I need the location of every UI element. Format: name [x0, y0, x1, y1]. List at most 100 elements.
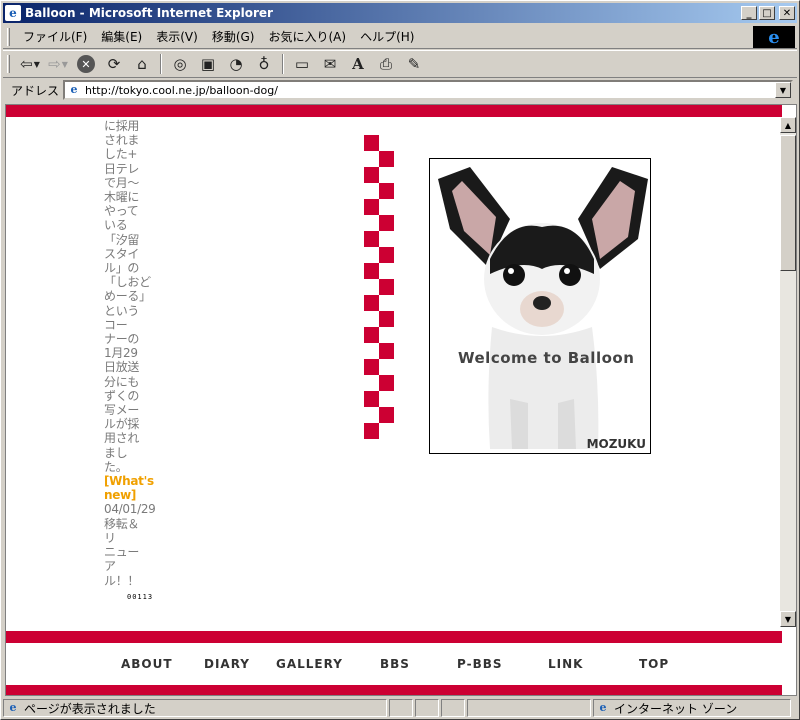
toolbar-grip [7, 55, 10, 73]
browser-window: e Balloon - Microsoft Internet Explorer … [0, 0, 800, 720]
checker-cell [364, 135, 379, 151]
forward-icon[interactable]: ⇨ ▼ [46, 53, 70, 75]
address-url[interactable]: http://tokyo.cool.ne.jp/balloon-dog/ [85, 84, 278, 97]
top-red-bar [6, 105, 782, 117]
fullscreen-icon[interactable]: ▭ [290, 53, 314, 75]
address-dropdown-icon[interactable]: ▼ [775, 82, 791, 98]
footer-nav: ABOUT DIARY GALLERY BBS P-BBS LINK TOP [6, 643, 782, 685]
nav-link[interactable]: LINK [548, 657, 583, 671]
nav-about[interactable]: ABOUT [121, 657, 173, 671]
checker-cell [364, 199, 379, 215]
news-text-line: した+ [104, 147, 138, 162]
scroll-thumb[interactable] [780, 135, 796, 271]
checker-cell [364, 359, 379, 375]
checker-cell [364, 231, 379, 247]
checker-cell [379, 311, 394, 327]
status-pane-empty [467, 699, 591, 717]
maximize-button[interactable]: □ [759, 6, 775, 20]
channels-icon[interactable]: ♁ [252, 53, 276, 75]
menu-favorites[interactable]: お気に入り(A) [261, 26, 353, 47]
search-icon[interactable]: ◎ [168, 53, 192, 75]
status-pane-empty [441, 699, 465, 717]
news-text-line: 写メー [104, 403, 140, 418]
photo-signature: MOZUKU [586, 437, 646, 451]
checker-pattern [364, 135, 394, 439]
menu-file[interactable]: ファイル(F) [16, 26, 94, 47]
back-icon[interactable]: ⇦ ▼ [18, 53, 42, 75]
minimize-button[interactable]: _ [741, 6, 757, 20]
news-text-line: 分にも [104, 374, 140, 389]
news-text-line: た。 [104, 459, 128, 474]
vertical-scrollbar[interactable]: ▲ ▼ [780, 117, 796, 627]
nav-pbbs[interactable]: P-BBS [457, 657, 503, 671]
close-button[interactable]: ✕ [779, 6, 795, 20]
checker-cell [379, 215, 394, 231]
menu-grip [7, 27, 10, 46]
address-input[interactable]: e http://tokyo.cool.ne.jp/balloon-dog/ ▼ [63, 80, 793, 100]
history-icon[interactable]: ◔ [224, 53, 248, 75]
refresh-icon[interactable]: ⟳ [102, 53, 126, 75]
page-viewport: に採用 されま した+ 日テレ で月～ 木曜に やって いる 「汐留 スタイ ル」の 「しおど めーる」… [5, 104, 797, 696]
checker-cell [364, 327, 379, 343]
news-item-line: 移転＆ [104, 516, 140, 531]
nav-diary[interactable]: DIARY [204, 657, 250, 671]
nav-bbs[interactable]: BBS [380, 657, 410, 671]
chihuahua-image [438, 167, 648, 449]
dog-photo: Welcome to Balloon MOZUKU [429, 158, 651, 454]
news-text-line: 日テレ [104, 161, 140, 176]
news-text-line: いる [104, 218, 128, 233]
bottom-red-bar [6, 685, 782, 695]
news-item-line: ニュー [104, 545, 140, 560]
page-done-icon: e [9, 701, 17, 714]
news-text-line: まし [104, 445, 128, 460]
whats-new-heading: [What's [104, 474, 154, 489]
news-text-line: されま [104, 133, 140, 148]
news-text-line: という [104, 303, 140, 318]
checker-cell [364, 167, 379, 183]
news-item-line: リ [104, 530, 116, 545]
news-text-line: 用され [104, 431, 140, 446]
menu-view[interactable]: 表示(V) [149, 26, 205, 47]
stop-icon[interactable]: ✕ [74, 53, 98, 75]
news-text-line: 1月29 [104, 346, 138, 361]
checker-cell [364, 295, 379, 311]
checker-cell [379, 247, 394, 263]
news-item-line: ル！！ [104, 573, 140, 588]
print-icon[interactable]: ⎙ [374, 53, 398, 75]
font-icon[interactable]: A [346, 53, 370, 75]
scroll-up-icon[interactable]: ▲ [780, 117, 796, 133]
status-bar: e ページが表示されました e インターネット ゾーン [3, 698, 797, 718]
menu-bar: ファイル(F) 編集(E) 表示(V) 移動(G) お気に入り(A) ヘルプ(H… [3, 25, 797, 49]
whats-new-heading: new] [104, 488, 137, 503]
news-text-line: で月～ [104, 175, 140, 190]
status-text: ページが表示されました [24, 701, 156, 716]
menu-help[interactable]: ヘルプ(H) [353, 26, 421, 47]
checker-cell [379, 343, 394, 359]
nav-gallery[interactable]: GALLERY [276, 657, 343, 671]
menu-edit[interactable]: 編集(E) [94, 26, 149, 47]
ie-logo-icon: e [753, 26, 795, 48]
checker-cell [364, 423, 379, 439]
page-icon: e [70, 83, 78, 96]
menu-go[interactable]: 移動(G) [205, 26, 262, 47]
news-text-line: 木曜に [104, 190, 140, 205]
checker-cell [364, 391, 379, 407]
toolbar-separator [160, 54, 162, 74]
ie-page-icon: e [5, 5, 21, 21]
toolbar-separator [282, 54, 284, 74]
news-text-line: 「しおど [104, 275, 151, 290]
news-text-line: ル」の [104, 261, 140, 276]
edit-icon[interactable]: ✎ [402, 53, 426, 75]
favorites-icon[interactable]: ▣ [196, 53, 220, 75]
status-pane-empty [389, 699, 413, 717]
scroll-down-icon[interactable]: ▼ [780, 611, 796, 627]
checker-cell [379, 279, 394, 295]
news-text-line: に採用 [104, 119, 140, 133]
status-pane-empty [415, 699, 439, 717]
mail-icon[interactable]: ✉ [318, 53, 342, 75]
news-text-line: やって [104, 204, 139, 219]
nav-top[interactable]: TOP [639, 657, 669, 671]
status-message-pane: e ページが表示されました [3, 699, 387, 717]
checker-cell [379, 151, 394, 167]
home-icon[interactable]: ⌂ [130, 53, 154, 75]
